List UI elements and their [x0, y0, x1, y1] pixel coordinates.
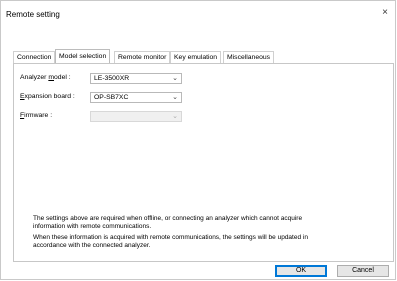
firmware-select: ⌄ [90, 111, 182, 122]
analyzer-model-select[interactable]: LE-3500XR ⌄ [90, 73, 182, 84]
analyzer-model-value: LE-3500XR [94, 75, 130, 82]
chevron-down-icon[interactable]: ⌄ [172, 93, 178, 101]
label-text: odel : [54, 74, 71, 81]
note-line-1: The settings above are required when off… [33, 215, 303, 222]
note-line-2: information with remote communications. [33, 223, 152, 230]
firmware-label: Firmware : [20, 112, 52, 119]
expansion-board-label: Expansion board : [20, 93, 75, 100]
chevron-down-icon: ⌄ [172, 113, 178, 120]
label-text: Analyzer [20, 74, 49, 81]
label-text: irmware : [24, 112, 53, 119]
note-line-3: When these information is acquired with … [33, 234, 308, 241]
expansion-board-select[interactable]: OP-SB7XC ⌄ [90, 92, 182, 103]
expansion-board-value: OP-SB7XC [94, 94, 129, 101]
analyzer-model-label: Analyzer model : [20, 74, 71, 81]
tab-model-selection[interactable]: Model selection [55, 49, 111, 64]
close-icon[interactable]: × [379, 7, 391, 19]
title-bar: Remote setting × [1, 1, 397, 25]
cancel-button[interactable]: Cancel [337, 265, 389, 277]
note-line-4: accordance with the connected analyzer. [33, 242, 151, 249]
chevron-down-icon[interactable]: ⌄ [172, 74, 178, 82]
model-selection-panel: Analyzer model : LE-3500XR ⌄ Expansion b… [13, 63, 394, 262]
remote-setting-dialog: Remote setting × Connection Model select… [0, 0, 396, 280]
ok-button[interactable]: OK [275, 265, 327, 277]
label-text: xpansion board : [24, 93, 75, 100]
dialog-title: Remote setting [6, 10, 60, 19]
